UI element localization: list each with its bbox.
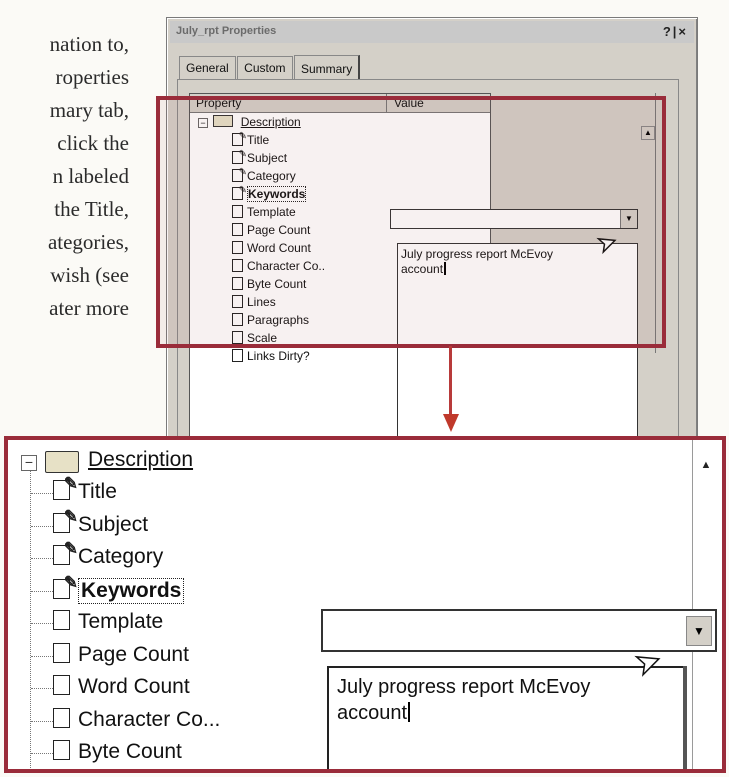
keywords-combo[interactable]: ▼ (321, 609, 717, 652)
chevron-down-icon[interactable]: ▼ (686, 616, 712, 646)
text-caret (408, 702, 411, 722)
tree-connector (31, 493, 53, 494)
keywords-textarea[interactable]: July progress report McEvoy account (327, 666, 687, 769)
callout-connector (449, 346, 452, 416)
list-item[interactable]: ✎ Title (53, 475, 117, 512)
book-line: roperties (55, 65, 129, 89)
zoom-callout: ▲ − Description ✎ Title ✎ Subject ✎ Categor… (4, 436, 726, 773)
edit-doc-icon: ✎ (53, 475, 78, 500)
doc-icon (53, 740, 70, 760)
list-item[interactable]: Character Co... (53, 708, 220, 740)
text-line: July progress report McEvoy (337, 676, 591, 698)
list-item[interactable]: Byte Count (53, 740, 182, 769)
item-label: Word Count (78, 675, 190, 698)
tree-connector (31, 591, 53, 592)
scrollbar-track (692, 440, 693, 769)
item-label: Keywords (78, 578, 185, 604)
book-line: ategories, (47, 230, 129, 254)
book-line: wish (see (50, 263, 129, 287)
doc-icon (53, 675, 70, 695)
tree-connector (31, 753, 53, 754)
tree-group-description[interactable]: Description (88, 448, 193, 480)
edit-doc-icon: ✎ (53, 540, 78, 565)
item-label: Character Co... (78, 708, 221, 731)
book-line: mary tab, (49, 98, 129, 122)
doc-icon (53, 610, 70, 630)
dialog-title: July_rpt Properties (176, 25, 277, 37)
item-label: Category (78, 545, 164, 568)
book-text: nation to, roperties mary tab, click the… (48, 28, 129, 325)
tree-lines (30, 464, 31, 769)
callout-arrow-icon (443, 414, 459, 432)
item-label: Links Dirty? (247, 349, 310, 363)
doc-icon (232, 349, 243, 362)
collapse-icon[interactable]: − (21, 455, 37, 471)
scroll-up-icon[interactable]: ▲ (697, 456, 715, 474)
dialog-titlebar: July_rpt Properties ?|× (170, 21, 694, 43)
item-label: Byte Count (78, 740, 182, 763)
book-line: nation to, (49, 32, 129, 56)
item-label: Page Count (78, 643, 189, 666)
tab-strip: General Custom Summary (179, 54, 361, 80)
list-item[interactable]: Word Count (53, 675, 190, 707)
edit-doc-icon: ✎ (53, 508, 78, 533)
tab-general[interactable]: General (179, 56, 236, 79)
group-label: Description (88, 448, 194, 471)
tree-connector (31, 656, 53, 657)
item-label: Subject (78, 513, 149, 536)
book-line: n labeled (52, 164, 129, 188)
list-item[interactable]: Page Count (53, 643, 189, 675)
tree-connector (31, 623, 53, 624)
highlight-frame (156, 96, 666, 348)
book-line: ater more (49, 296, 129, 320)
folder-icon (45, 451, 79, 473)
list-item[interactable]: Links Dirty? (232, 349, 310, 367)
book-line: the Title, (54, 197, 129, 221)
item-label: Template (78, 610, 164, 633)
book-line: click the (57, 131, 129, 155)
tab-custom[interactable]: Custom (237, 56, 293, 79)
doc-icon (53, 708, 70, 728)
textarea-edge (683, 666, 687, 769)
edit-doc-icon: ✎ (53, 574, 78, 599)
doc-icon (53, 643, 70, 663)
tree-connector (31, 526, 53, 527)
tree-connector (31, 721, 53, 722)
help-close-buttons[interactable]: ?|× (663, 24, 688, 39)
tab-summary[interactable]: Summary (293, 55, 361, 80)
tree-connector (31, 688, 53, 689)
item-label: Title (78, 480, 117, 503)
list-item[interactable]: Template (53, 610, 163, 642)
tree-connector (31, 558, 53, 559)
text-line: account (337, 702, 408, 724)
list-item-selected[interactable]: ✎ Keywords (53, 574, 185, 610)
